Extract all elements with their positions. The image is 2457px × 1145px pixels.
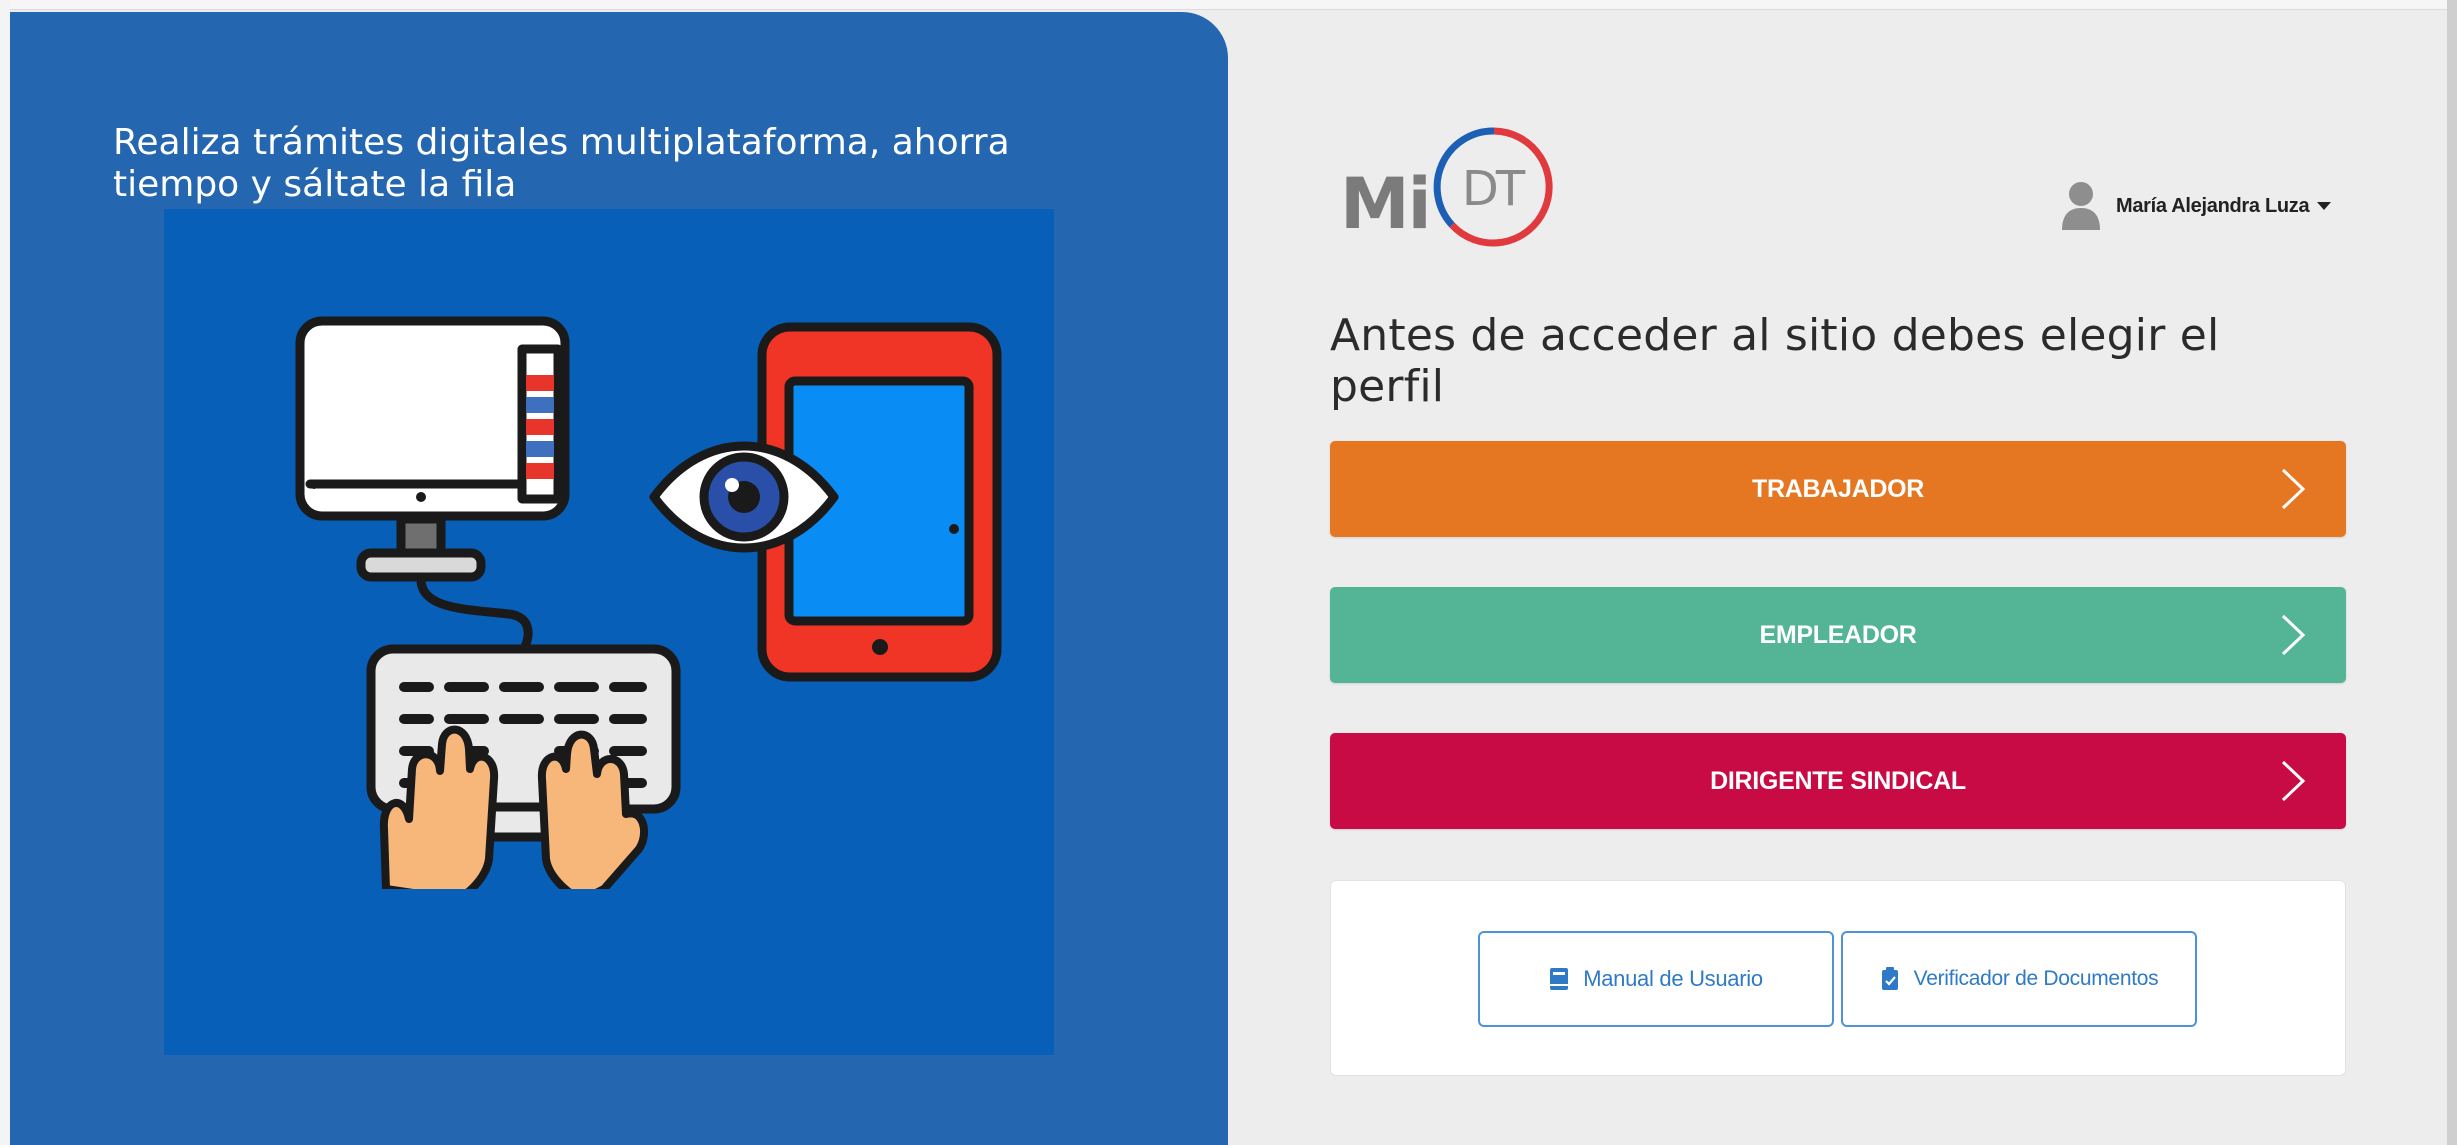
hero-tagline: Realiza trámites digitales multiplatafor… xyxy=(113,122,1010,205)
hero-illustration xyxy=(164,209,1054,1055)
page-title: Antes de acceder al sitio debes elegir e… xyxy=(1330,310,2220,412)
window-top-edge xyxy=(0,0,2457,10)
profile-button-label: DIRIGENTE SINDICAL xyxy=(1710,766,1966,795)
user-manual-label: Manual de Usuario xyxy=(1583,966,1763,991)
user-icon xyxy=(2062,182,2100,230)
chevron-right-icon xyxy=(2281,614,2306,656)
midt-logo: Mi DT xyxy=(1336,125,1566,255)
profile-button-label: TRABAJADOR xyxy=(1751,474,1924,503)
book-icon xyxy=(1550,968,1569,990)
document-verifier-label: Verificador de Documentos xyxy=(1913,967,2159,990)
page: Realiza trámites digitales multiplatafor… xyxy=(0,0,2457,1145)
logo-prefix: Mi xyxy=(1340,163,1432,245)
profile-button-label: EMPLEADOR xyxy=(1759,620,1917,649)
profile-button-dirigente-sindical[interactable]: DIRIGENTE SINDICAL xyxy=(1330,733,2346,829)
window-left-edge xyxy=(0,0,10,1145)
user-manual-button[interactable]: Manual de Usuario xyxy=(1478,931,1834,1027)
chevron-down-icon xyxy=(2317,202,2332,210)
user-menu-dropdown[interactable]: María Alejandra Luza xyxy=(2060,180,2332,232)
document-verifier-button[interactable]: Verificador de Documentos xyxy=(1841,931,2197,1027)
chevron-right-icon xyxy=(2281,760,2306,802)
clipboard-check-icon xyxy=(1881,967,1898,990)
profile-button-empleador[interactable]: EMPLEADOR xyxy=(1330,587,2346,683)
logo-mark: DT xyxy=(1461,161,1525,217)
multiplatform-illustration-icon xyxy=(164,316,1054,1055)
help-links-card: Manual de Usuario Verificador de Documen… xyxy=(1330,880,2346,1076)
user-name: María Alejandra Luza xyxy=(2116,194,2310,217)
chevron-right-icon xyxy=(2281,468,2306,510)
profile-button-trabajador[interactable]: TRABAJADOR xyxy=(1330,441,2346,537)
window-right-edge xyxy=(2447,0,2457,1145)
